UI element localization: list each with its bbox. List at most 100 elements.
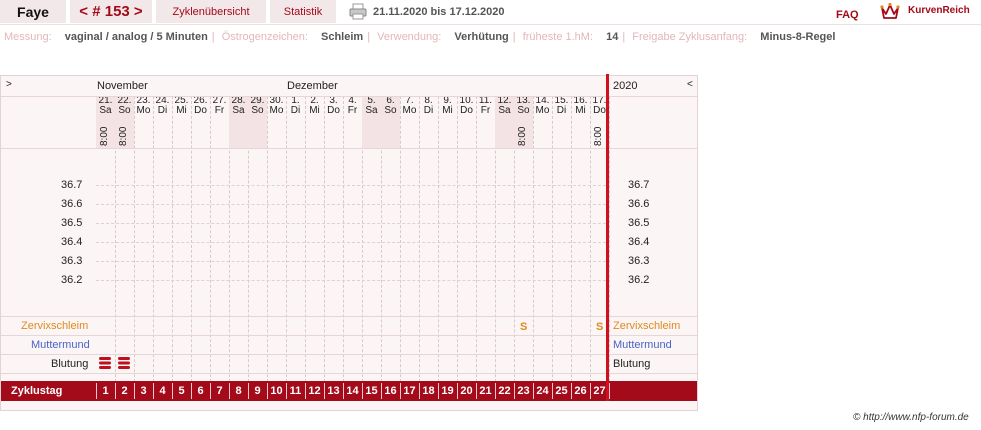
day-weekday: So — [118, 105, 131, 116]
day-header[interactable]: 24. Di — [153, 96, 172, 148]
day-weekday: So — [384, 105, 397, 116]
verwendung-label: Verwendung: — [377, 31, 442, 43]
temperature-label-left: 36.5 — [61, 217, 83, 229]
day-weekday: Do — [327, 105, 340, 116]
temperature-grid-line — [96, 242, 606, 243]
cycle-day-number: 12 — [308, 385, 321, 397]
day-header[interactable]: 10. Do — [457, 96, 476, 148]
cycle-day-number: 4 — [159, 385, 166, 397]
day-weekday: Mo — [136, 105, 151, 116]
day-header[interactable]: 14. Mo — [533, 96, 552, 148]
temperature-label-right: 36.6 — [628, 198, 650, 210]
messung-value: vaginal / analog / 5 Minuten — [64, 31, 208, 43]
freigabe-label: Freigabe Zyklusanfang: — [632, 31, 748, 43]
bleeding-strong-icon[interactable] — [99, 356, 111, 370]
cycle-day-number: 24 — [536, 385, 549, 397]
printer-icon[interactable] — [349, 3, 367, 20]
day-header[interactable]: 22. So 8:00 — [115, 96, 134, 148]
cycle-day-number: 14 — [346, 385, 359, 397]
date-range: 21.11.2020 bis 17.12.2020 — [373, 6, 505, 18]
day-weekday: Mi — [442, 105, 453, 116]
grid-line — [1, 316, 697, 317]
day-header[interactable]: 25. Mi — [172, 96, 191, 148]
cycle-day-number: 11 — [289, 385, 302, 397]
tab-zyklenuebersicht[interactable]: Zyklenübersicht — [156, 0, 266, 23]
day-header[interactable]: 3. Do — [324, 96, 343, 148]
temperature-grid-line — [96, 185, 606, 186]
settings-info-bar: Messung: vaginal / analog / 5 Minuten | Ö… — [4, 31, 836, 43]
day-header[interactable]: 12. Sa — [495, 96, 514, 148]
day-header[interactable]: 28. Sa — [229, 96, 248, 148]
cycle-navigator[interactable]: < # 153 > — [70, 0, 152, 23]
day-weekday: So — [251, 105, 264, 116]
tab-statistik[interactable]: Statistik — [270, 0, 336, 23]
day-header[interactable]: 7. Mo — [400, 96, 419, 148]
mucus-marker[interactable]: S — [596, 321, 603, 333]
day-weekday: Mi — [575, 105, 586, 116]
day-weekday: So — [517, 105, 530, 116]
cycle-day-number: 20 — [460, 385, 473, 397]
oestrogen-label: Östrogenzeichen: — [221, 31, 308, 43]
cycle-day-number: 21 — [479, 385, 492, 397]
cycle-chart: > November Dezember 2020 < 21. Sa 8:00 22. S… — [0, 74, 698, 411]
day-header[interactable]: 4. Fr — [343, 96, 362, 148]
measure-time: 8:00 — [517, 126, 528, 146]
day-weekday: Do — [194, 105, 207, 116]
cycle-day-number: 25 — [555, 385, 568, 397]
measure-time: 8:00 — [99, 126, 110, 146]
crown-logo-icon[interactable] — [880, 2, 900, 20]
day-header[interactable]: 30. Mo — [267, 96, 286, 148]
scroll-right-arrow[interactable]: < — [687, 79, 693, 90]
cycle-day-number: 26 — [574, 385, 587, 397]
day-header[interactable]: 6. So — [381, 96, 400, 148]
faq-link[interactable]: FAQ — [836, 9, 859, 21]
cycle-day-number: 16 — [384, 385, 397, 397]
day-weekday: Mo — [402, 105, 417, 116]
day-header[interactable]: 26. Do — [191, 96, 210, 148]
verwendung-value: Verhütung — [454, 31, 509, 43]
day-weekday: Mi — [309, 105, 320, 116]
cycle-day-number: 19 — [441, 385, 454, 397]
temperature-grid-line — [96, 280, 606, 281]
day-header[interactable]: 11. Fr — [476, 96, 495, 148]
messung-label: Messung: — [4, 31, 52, 43]
fruehest-value: 14 — [606, 31, 619, 43]
day-weekday: Do — [460, 105, 473, 116]
scroll-left-arrow[interactable]: > — [6, 79, 12, 90]
bleeding-strong-icon[interactable] — [118, 356, 130, 370]
grid-line — [1, 335, 697, 336]
day-header[interactable]: 2. Mi — [305, 96, 324, 148]
measure-time: 8:00 — [593, 126, 604, 146]
copyright-notice: © http://www.nfp-forum.de — [853, 412, 969, 423]
day-header[interactable]: 23. Mo — [134, 96, 153, 148]
day-header[interactable]: 13. So 8:00 — [514, 96, 533, 148]
day-header[interactable]: 8. Di — [419, 96, 438, 148]
day-header[interactable]: 27. Fr — [210, 96, 229, 148]
day-weekday: Mi — [176, 105, 187, 116]
row-label-zervixschleim: Zervixschleim — [21, 320, 89, 332]
brand-name[interactable]: KurvenReich — [908, 5, 970, 16]
temperature-grid-line — [96, 261, 606, 262]
month-dezember: Dezember — [287, 80, 338, 92]
day-header[interactable]: 9. Mi — [438, 96, 457, 148]
day-weekday: Di — [290, 105, 301, 116]
grid-line — [1, 354, 697, 355]
day-header[interactable]: 29. So — [248, 96, 267, 148]
day-header[interactable]: 15. Di — [552, 96, 571, 148]
header-divider — [0, 24, 981, 25]
day-header[interactable]: 16. Mi — [571, 96, 590, 148]
day-weekday: Sa — [99, 105, 112, 116]
cycle-day-number: 22 — [498, 385, 511, 397]
user-name: Faye — [0, 0, 66, 23]
cycle-day-number: 8 — [235, 385, 242, 397]
day-weekday: Mo — [535, 105, 550, 116]
row-label-muttermund: Muttermund — [31, 339, 90, 351]
temperature-label-left: 36.2 — [61, 274, 83, 286]
day-header[interactable]: 5. Sa — [362, 96, 381, 148]
day-weekday: Fr — [214, 105, 225, 116]
day-header[interactable]: 1. Di — [286, 96, 305, 148]
day-header[interactable]: 21. Sa 8:00 — [96, 96, 115, 148]
mucus-marker[interactable]: S — [520, 321, 527, 333]
day-weekday: Fr — [347, 105, 358, 116]
day-grid-line — [609, 96, 610, 387]
